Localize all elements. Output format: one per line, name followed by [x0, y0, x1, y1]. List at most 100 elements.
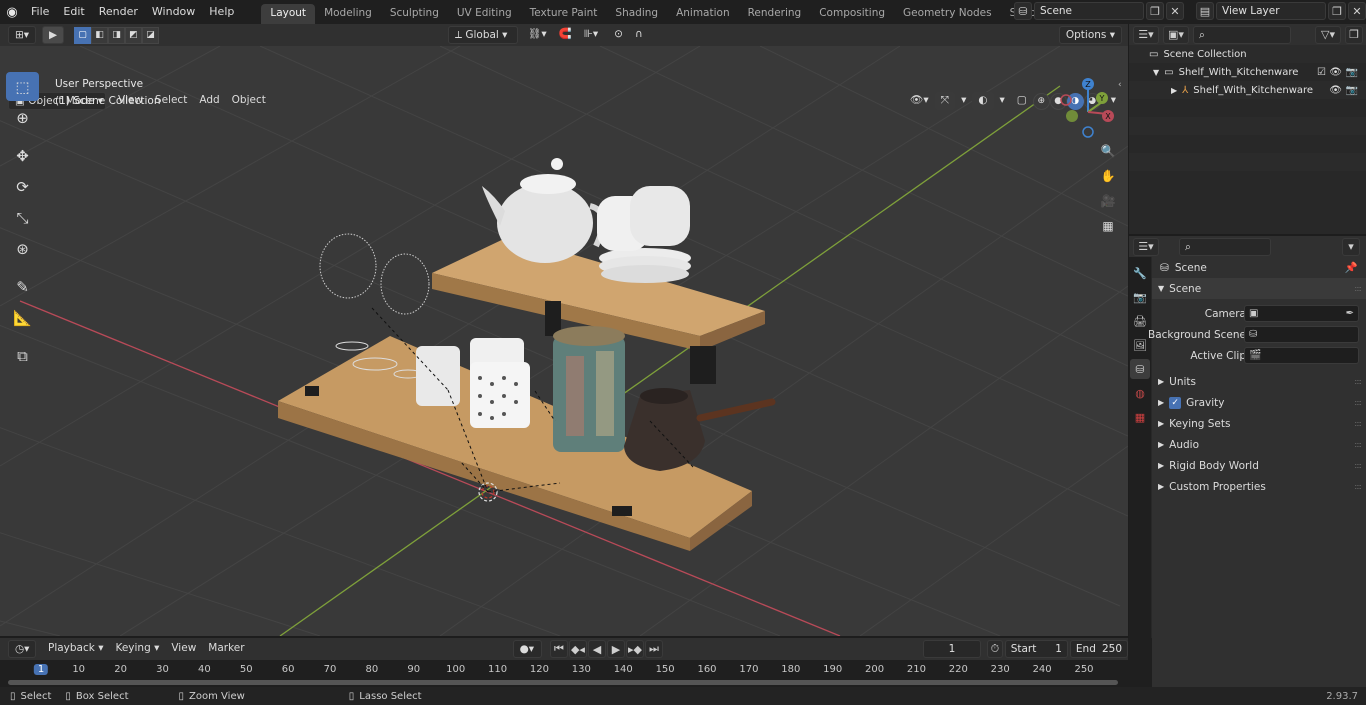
new-collection-icon[interactable]: ❐ — [1345, 25, 1363, 44]
timeline-ruler[interactable]: 1 10 20 30 40 50 60 70 80 90 100 110 120 130 140 150 160… — [0, 660, 1128, 687]
properties-options-icon[interactable]: ▾ — [1342, 237, 1360, 256]
tab-sculpting[interactable]: Sculpting — [381, 4, 448, 24]
menu-edit[interactable]: Edit — [56, 2, 91, 22]
play-icon[interactable]: ▶ — [606, 640, 625, 658]
panel-grip-icon[interactable]: :::: — [1354, 377, 1362, 386]
gizmo-options-icon[interactable]: ▾ — [955, 92, 972, 110]
select-intersect-icon[interactable]: ◪ — [142, 26, 159, 44]
options-dropdown[interactable]: Options ▾ — [1058, 26, 1122, 44]
properties-search-input[interactable]: ⌕ — [1179, 237, 1271, 256]
panel-grip-icon[interactable]: :::: — [1354, 284, 1362, 293]
properties-editor-type-icon[interactable]: ☰▾ — [1133, 237, 1159, 256]
menu-add[interactable]: Add — [193, 92, 225, 110]
annotate-tool-icon[interactable]: ✎ — [6, 272, 39, 301]
timeline-menu-marker[interactable]: Marker — [202, 640, 250, 658]
falloff-icon[interactable]: ∩ — [629, 26, 649, 44]
tab-compositing[interactable]: Compositing — [810, 4, 894, 24]
menu-render[interactable]: Render — [92, 2, 145, 22]
outliner-search-input[interactable]: ⌕ — [1193, 25, 1291, 44]
proportional-edit-icon[interactable]: ⊙ — [608, 26, 629, 44]
eyedropper-icon[interactable]: ✒ — [1346, 308, 1354, 319]
start-frame-field[interactable]: Start 1 — [1004, 640, 1068, 658]
navigation-gizmo[interactable]: Z Y X — [1052, 76, 1122, 146]
tab-shading[interactable]: Shading — [606, 4, 667, 24]
camera-render-icon[interactable]: 📷 — [1346, 67, 1358, 78]
ortho-grid-icon[interactable]: ▦ — [1097, 215, 1119, 237]
end-frame-field[interactable]: End 250 — [1069, 640, 1128, 658]
jump-start-icon[interactable]: ⏮ — [549, 640, 568, 658]
camera-view-icon[interactable]: 🎥 — [1097, 190, 1119, 212]
move-tool-icon[interactable]: ✥ — [6, 141, 39, 170]
auto-keying-icon[interactable]: ●▾ — [512, 640, 542, 658]
timeline-editor-type-icon[interactable]: ◷▾ — [8, 640, 36, 658]
keying-dropdown[interactable]: Keying ▾ — [109, 640, 165, 658]
view-layer-field[interactable]: View Layer — [1216, 2, 1326, 20]
texture-tab-icon[interactable]: ▦ — [1130, 407, 1150, 427]
collapse-arrow-icon[interactable]: ▼ — [1153, 68, 1159, 77]
scene-panel-header[interactable]: ▼ Scene :::: — [1152, 278, 1366, 299]
delete-scene-icon[interactable]: ✕ — [1166, 2, 1184, 20]
wireframe-shading-icon[interactable]: ⊕ — [1032, 92, 1050, 110]
sidebar-toggle-icon[interactable]: ‹ — [1118, 80, 1122, 90]
zoom-icon[interactable]: 🔍 — [1097, 140, 1119, 162]
outliner-editor-type-icon[interactable]: ☰▾ — [1133, 25, 1159, 44]
select-box-tool-icon[interactable]: ⬚ — [6, 72, 39, 101]
jump-end-icon[interactable]: ⏭ — [644, 640, 663, 658]
audio-panel-header[interactable]: ▶ Audio :::: — [1152, 434, 1366, 455]
tab-geometry-nodes[interactable]: Geometry Nodes — [894, 4, 1001, 24]
visibility-icon[interactable]: 👁▾ — [904, 92, 935, 110]
units-panel-header[interactable]: ▶ Units :::: — [1152, 371, 1366, 392]
measure-tool-icon[interactable]: 📐 — [6, 303, 39, 332]
rigid-body-world-panel-header[interactable]: ▶ Rigid Body World :::: — [1152, 455, 1366, 476]
blender-logo-icon[interactable]: ◉ — [0, 0, 24, 24]
current-frame-field[interactable]: 1 — [922, 640, 982, 658]
background-scene-field[interactable]: ⛁ — [1244, 326, 1359, 343]
3d-viewport[interactable]: ▣ Object Mode ▾ View Select Add Object 👁… — [0, 46, 1128, 636]
keying-sets-panel-header[interactable]: ▶ Keying Sets :::: — [1152, 413, 1366, 434]
panel-grip-icon[interactable]: :::: — [1354, 419, 1362, 428]
custom-properties-panel-header[interactable]: ▶ Custom Properties :::: — [1152, 476, 1366, 497]
outliner-row-scene-collection[interactable]: ▭ Scene Collection — [1129, 45, 1366, 63]
tab-layout[interactable]: Layout — [261, 4, 316, 24]
outliner-row-collection[interactable]: ▼ ▭ Shelf_With_Kitchenware ☑ 👁 📷 — [1129, 63, 1366, 81]
eye-icon[interactable]: 👁 — [1329, 67, 1342, 78]
cursor-tool-icon[interactable]: ⊕ — [6, 103, 39, 132]
timeline-menu-view[interactable]: View — [165, 640, 202, 658]
menu-window[interactable]: Window — [145, 2, 202, 22]
overlays-toggle-icon[interactable]: ◐ — [972, 92, 994, 110]
panel-grip-icon[interactable]: :::: — [1354, 482, 1362, 491]
scene-selector-icon[interactable]: ⛁ — [1014, 2, 1032, 20]
render-tab-icon[interactable]: 📷 — [1130, 287, 1150, 307]
view-layer-tab-icon[interactable]: 🖼 — [1130, 335, 1150, 355]
current-frame-marker[interactable]: 1 — [33, 664, 49, 675]
playback-dropdown[interactable]: Playback ▾ — [42, 640, 109, 658]
world-tab-icon[interactable]: ◍ — [1130, 383, 1150, 403]
editor-type-icon[interactable]: ⊞▾ — [8, 26, 36, 44]
pan-hand-icon[interactable]: ✋ — [1097, 165, 1119, 187]
panel-grip-icon[interactable]: :::: — [1354, 398, 1362, 407]
tab-animation[interactable]: Animation — [667, 4, 739, 24]
camera-render-icon[interactable]: 📷 — [1346, 85, 1358, 96]
gizmo-toggle-icon[interactable]: ⤧ — [934, 92, 956, 110]
select-subtract-icon[interactable]: ◨ — [108, 26, 125, 44]
delete-view-layer-icon[interactable]: ✕ — [1348, 2, 1366, 20]
rotate-tool-icon[interactable]: ⟳ — [6, 172, 39, 201]
add-cube-tool-icon[interactable]: ⧉ — [6, 341, 39, 370]
menu-file[interactable]: File — [24, 2, 56, 22]
play-reverse-icon[interactable]: ◀ — [587, 640, 606, 658]
stopwatch-icon[interactable]: ⏱ — [987, 640, 1003, 658]
select-difference-icon[interactable]: ◩ — [125, 26, 142, 44]
pin-icon[interactable]: 📌 — [1345, 261, 1358, 274]
active-clip-field[interactable]: 🎬 — [1244, 347, 1359, 364]
select-extend-icon[interactable]: ◧ — [91, 26, 108, 44]
eye-icon[interactable]: 👁 — [1329, 85, 1342, 96]
gravity-checkbox[interactable]: ✓ — [1169, 396, 1182, 409]
scene-name-field[interactable]: Scene — [1034, 2, 1144, 20]
menu-help[interactable]: Help — [202, 2, 241, 22]
exclude-checkbox-icon[interactable]: ☑ — [1317, 67, 1326, 78]
expand-arrow-icon[interactable]: ▶ — [1171, 86, 1177, 95]
prev-keyframe-icon[interactable]: ◆◂ — [568, 640, 587, 658]
display-mode-icon[interactable]: ▣▾ — [1163, 25, 1189, 44]
select-new-icon[interactable]: ▢ — [74, 26, 91, 44]
next-keyframe-icon[interactable]: ▸◆ — [625, 640, 644, 658]
